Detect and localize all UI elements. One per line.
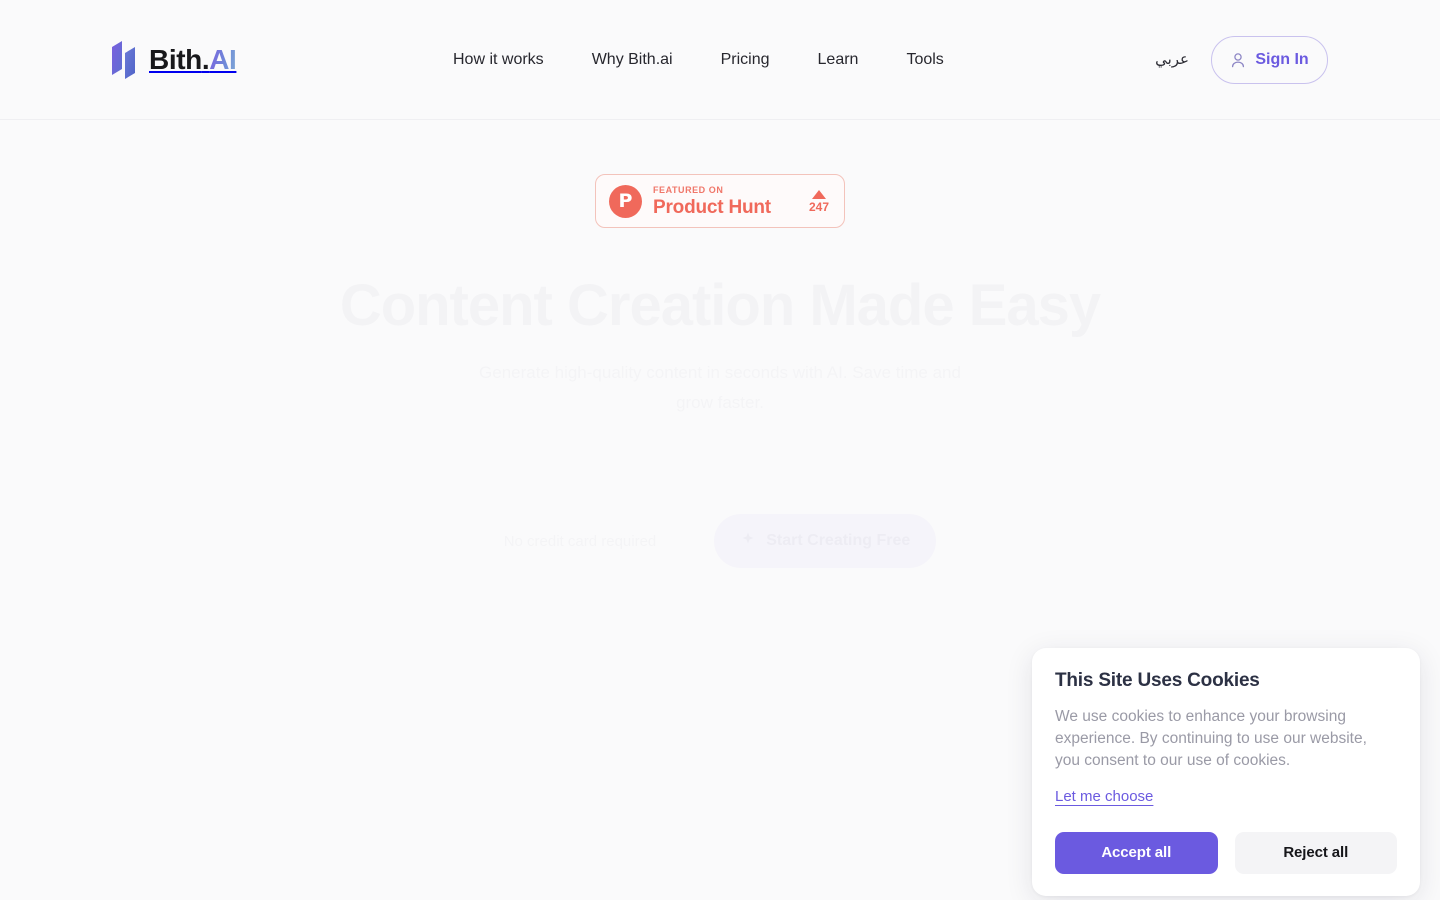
cookie-dialog-actions: Accept all Reject all [1055, 831, 1397, 874]
product-hunt-text: FEATURED ON Product Hunt [653, 184, 798, 218]
language-toggle[interactable]: عربي [1151, 40, 1193, 80]
hero-cta-button[interactable]: Start Creating Free [714, 514, 936, 568]
product-hunt-votes[interactable]: 247 [808, 189, 831, 214]
hero-cta-note: No credit card required [504, 533, 657, 550]
cookie-dialog-body: We use cookies to enhance your browsing … [1055, 707, 1367, 769]
product-hunt-kicker: FEATURED ON [653, 184, 724, 195]
accept-all-button[interactable]: Accept all [1055, 831, 1218, 874]
product-hunt-badge[interactable]: P FEATURED ON Product Hunt 247 [595, 174, 845, 228]
logo-home-link[interactable]: Bith.AI [110, 38, 237, 82]
product-hunt-icon: P [609, 184, 642, 218]
logo-suffix: AI [209, 44, 237, 75]
product-hunt-name: Product Hunt [653, 196, 771, 218]
reject-all-button[interactable]: Reject all [1234, 831, 1397, 874]
header-actions: عربي Sign In [1151, 36, 1328, 84]
cookie-dialog-title: This Site Uses Cookies [1055, 670, 1260, 691]
nav-item-how-it-works[interactable]: How it works [453, 48, 568, 72]
page-title: Content Creation Made Easy [340, 272, 1101, 340]
hero-subtitle: Generate high-quality content in seconds… [460, 358, 980, 418]
main-navigation: How it works Why Bith.ai Pricing Learn T… [453, 48, 968, 72]
nav-item-why-bith-ai[interactable]: Why Bith.ai [568, 48, 697, 72]
logo-name: Bith [149, 44, 202, 75]
bith-bars-logo-icon [110, 39, 140, 81]
hero-cta-label: Start Creating Free [766, 532, 911, 550]
sign-in-button[interactable]: Sign In [1211, 36, 1328, 84]
let-me-choose-link[interactable]: Let me choose [1055, 788, 1153, 805]
nav-item-tools[interactable]: Tools [882, 48, 967, 72]
hero-cta-row: No credit card required Start Creating F… [504, 514, 937, 568]
sparkle-icon [740, 531, 756, 552]
caret-up-icon [811, 189, 826, 199]
user-icon [1230, 52, 1246, 69]
sign-in-label: Sign In [1255, 51, 1309, 68]
product-hunt-vote-count: 247 [808, 199, 829, 214]
nav-item-pricing[interactable]: Pricing [697, 48, 794, 72]
nav-item-learn[interactable]: Learn [794, 48, 883, 72]
logo-wordmark: Bith.AI [149, 44, 237, 75]
cookie-consent-dialog: This Site Uses Cookies We use cookies to… [1032, 648, 1420, 896]
site-header: Bith.AI How it works Why Bith.ai Pricing… [0, 0, 1440, 120]
